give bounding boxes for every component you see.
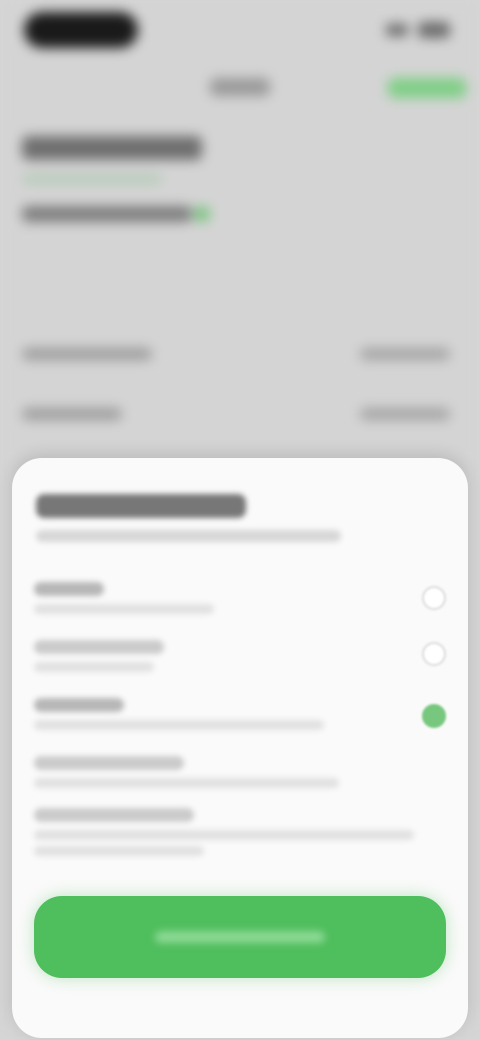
cta-label xyxy=(155,931,325,943)
option-description xyxy=(34,720,324,730)
option-description xyxy=(34,604,214,614)
sheet-title xyxy=(36,494,246,518)
option-radio[interactable] xyxy=(422,642,446,666)
background-row-value[interactable] xyxy=(360,408,450,420)
info-text xyxy=(22,206,192,222)
option-description xyxy=(34,846,204,856)
option-description xyxy=(34,778,339,788)
option-label[interactable] xyxy=(34,640,164,654)
option-label[interactable] xyxy=(34,582,104,596)
status-bar-pill xyxy=(24,12,138,48)
page-title xyxy=(22,136,202,160)
sheet-subtitle xyxy=(36,530,341,542)
option-description xyxy=(34,830,414,840)
info-status-icon xyxy=(194,206,210,222)
status-indicators xyxy=(386,20,450,40)
background-row-label xyxy=(22,408,122,420)
option-description xyxy=(34,662,154,672)
nav-title xyxy=(210,78,270,96)
option-radio[interactable] xyxy=(422,586,446,610)
option-radio-selected[interactable] xyxy=(422,704,446,728)
cellular-signal-icon xyxy=(386,24,408,36)
primary-cta-button[interactable] xyxy=(34,896,446,978)
option-label[interactable] xyxy=(34,698,124,712)
battery-icon xyxy=(418,22,450,38)
page-subtitle xyxy=(22,174,162,184)
background-row-label xyxy=(22,348,152,360)
background-row-value[interactable] xyxy=(360,348,450,360)
bottom-sheet xyxy=(12,458,468,1038)
option-label[interactable] xyxy=(34,808,194,822)
option-label[interactable] xyxy=(34,756,184,770)
nav-primary-action[interactable] xyxy=(388,78,466,98)
